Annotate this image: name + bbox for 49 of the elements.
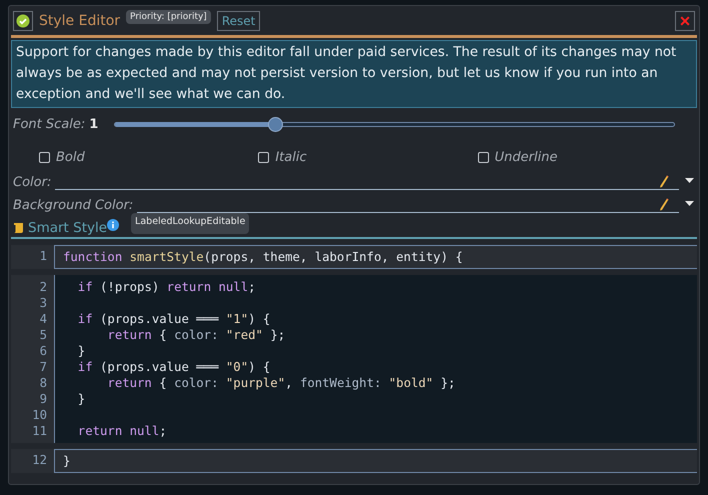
line-number: 6 xyxy=(38,343,48,359)
font-scale-slider[interactable] xyxy=(114,116,675,132)
code-line: } xyxy=(62,453,72,469)
close-button[interactable]: × xyxy=(675,10,695,30)
line-number: 7 xyxy=(38,359,48,375)
reset-button[interactable]: Reset xyxy=(216,10,260,30)
window-title: Style Editor xyxy=(39,12,120,28)
scroll-icon xyxy=(13,222,24,234)
check-circle-icon xyxy=(16,14,30,28)
line-number: 3 xyxy=(38,295,48,311)
info-icon[interactable] xyxy=(107,218,120,230)
priority-badge: Priority: [priority] xyxy=(126,10,211,24)
line-number: 10 xyxy=(31,407,48,423)
line-number: 1 xyxy=(38,248,48,264)
code-line: if (!props) return null; xyxy=(76,279,257,295)
checkbox[interactable] xyxy=(478,152,489,163)
line-number: 2 xyxy=(38,279,48,295)
line-number: 8 xyxy=(38,375,48,391)
code-line: return { color: "purple", fontWeight: "bold" }; xyxy=(106,375,456,391)
style-checkbox[interactable]: Bold xyxy=(39,150,258,165)
notice-text: Support for changes made by this editor fall under paid services. The result of its changes may not always be as expected and may not persist version to version, but let us know if you run into an exception and we'll see what we can do. xyxy=(11,40,697,108)
dropdown-caret-icon[interactable] xyxy=(684,201,694,206)
status-button[interactable] xyxy=(13,10,33,30)
code-line: if (props.value ═══ "1") { xyxy=(76,311,272,327)
line-number: 12 xyxy=(31,452,48,468)
code-line: function smartStyle(props, theme, laborInfo, entity) { xyxy=(62,249,464,265)
code-line: return { color: "red" }; xyxy=(106,327,286,343)
slider-thumb[interactable] xyxy=(268,116,283,132)
smart-style-title: Smart Style xyxy=(28,220,108,236)
code-line: } xyxy=(76,391,86,407)
pencil-icon xyxy=(659,174,669,188)
pencil-icon xyxy=(659,196,669,210)
font-scale-label: Font Scale: xyxy=(13,116,86,132)
color-label: Background Color: xyxy=(13,198,134,213)
line-number: 11 xyxy=(31,423,48,439)
checkbox[interactable] xyxy=(258,152,270,163)
color-label: Color: xyxy=(13,175,52,190)
style-checkbox[interactable]: Italic xyxy=(258,150,478,165)
line-number: 5 xyxy=(38,327,48,343)
tooltip: LabeledLookupEditable xyxy=(131,213,250,234)
style-checkbox[interactable]: Underline xyxy=(478,150,697,165)
code-line: if (props.value ═══ "0") { xyxy=(76,359,272,375)
dropdown-caret-icon[interactable] xyxy=(684,178,694,183)
checkbox[interactable] xyxy=(39,152,50,163)
line-number: 4 xyxy=(38,311,48,327)
code-line: return null; xyxy=(76,423,168,439)
code-line: } xyxy=(76,343,86,359)
font-scale-value: 1 xyxy=(89,116,98,132)
line-number: 9 xyxy=(38,391,48,407)
